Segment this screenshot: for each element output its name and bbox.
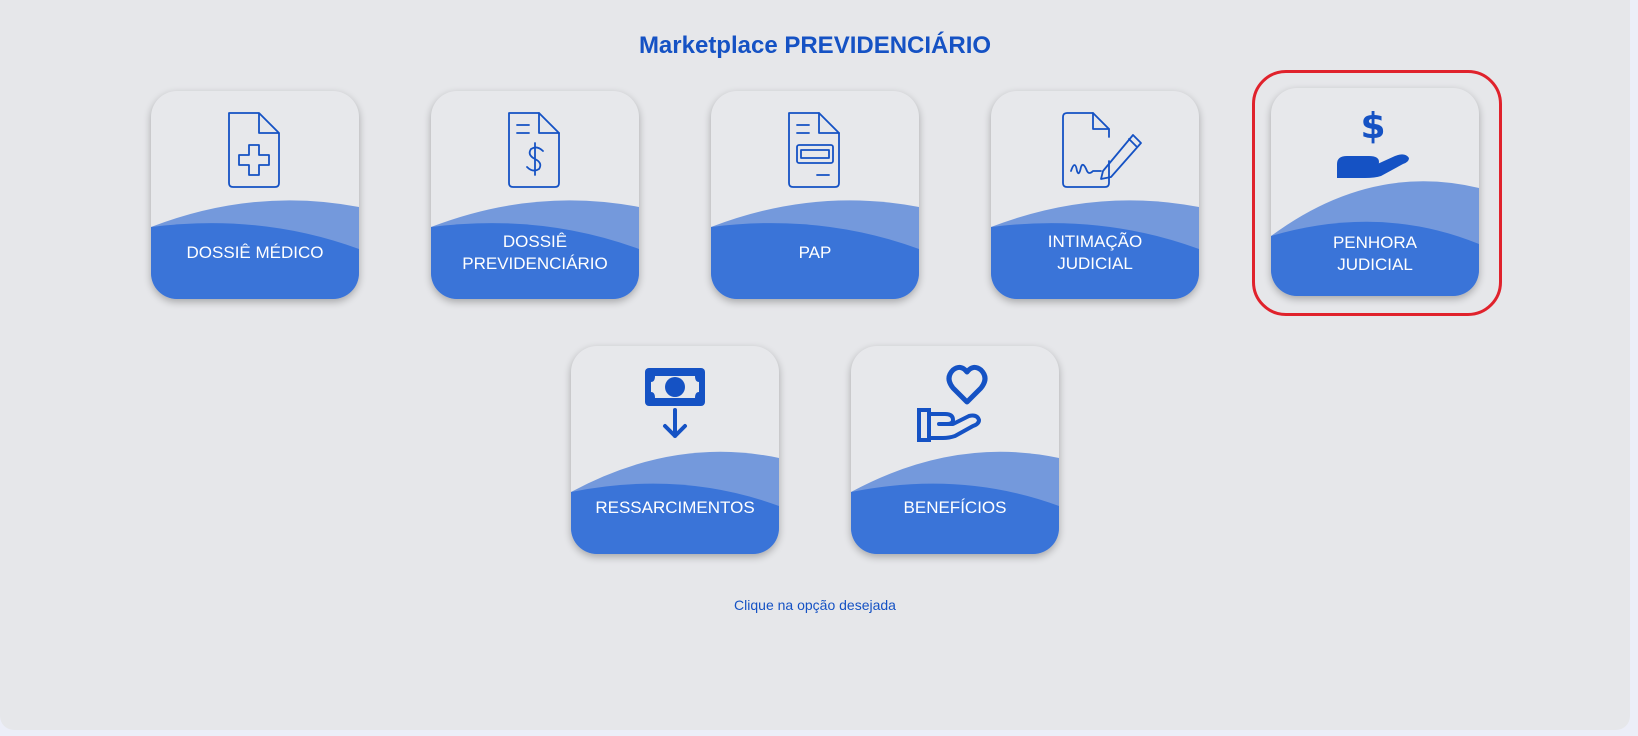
card-beneficios[interactable]: BENEFÍCIOS [851, 346, 1059, 554]
page-title: Marketplace PREVIDENCIÁRIO [638, 32, 992, 59]
card-label: DOSSIÊ MÉDICO [186, 243, 324, 262]
card-ressarcimentos[interactable]: RESSARCIMENTOS [571, 346, 779, 554]
main-panel: Marketplace PREVIDENCIÁRIO DOSSIÊ MÉDICO [0, 0, 1630, 730]
card-pap[interactable]: PAP [711, 91, 919, 299]
form-document-icon [788, 112, 840, 188]
medical-document-icon [228, 112, 280, 188]
card-dossie-medico[interactable]: DOSSIÊ MÉDICO [151, 91, 359, 299]
instruction-text: Clique na opção desejada [734, 597, 896, 613]
card-label: PAP [798, 243, 832, 262]
card-label: DOSSIÊ PREVIDENCIÁRIO [462, 232, 608, 273]
card-label: RESSARCIMENTOS [595, 498, 755, 517]
card-penhora-judicial[interactable]: $ PENHORA JUDICIAL [1271, 88, 1479, 296]
money-download-icon [645, 368, 705, 438]
card-label: PENHORA JUDICIAL [1332, 233, 1418, 274]
heart-hand-icon [917, 364, 988, 442]
dollar-document-icon [508, 112, 560, 188]
card-dossie-previdenciario[interactable]: DOSSIÊ PREVIDENCIÁRIO [431, 91, 639, 299]
dollar-hand-icon: $ [1337, 106, 1409, 178]
card-label: INTIMAÇÃO JUDICIAL [1047, 232, 1143, 273]
card-label: BENEFÍCIOS [903, 498, 1007, 517]
svg-text:$: $ [1360, 106, 1385, 147]
signed-document-icon [1062, 112, 1142, 188]
card-intimacao-judicial[interactable]: INTIMAÇÃO JUDICIAL [991, 91, 1199, 299]
